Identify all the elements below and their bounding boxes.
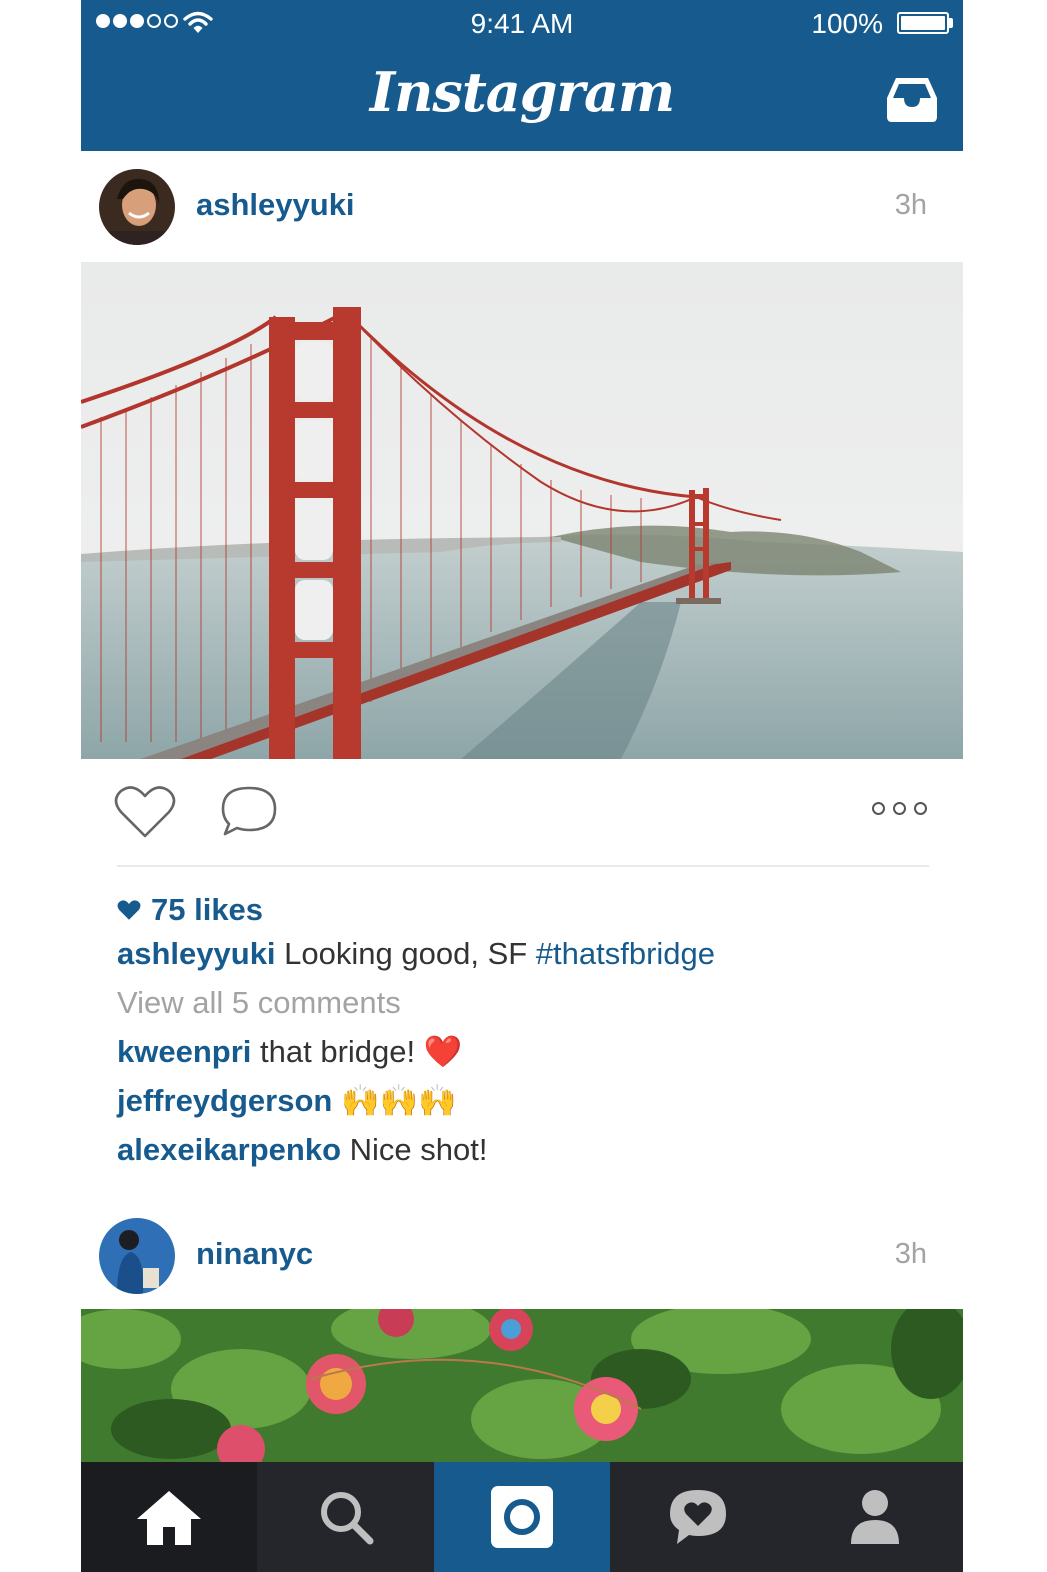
avatar[interactable] xyxy=(99,169,175,245)
search-icon xyxy=(320,1492,374,1545)
bottom-nav xyxy=(81,1462,963,1572)
post-header: ninanyc 3h xyxy=(81,1200,963,1310)
post-username[interactable]: ninanyc xyxy=(196,1236,313,1272)
like-heart-icon[interactable] xyxy=(113,784,177,840)
comment-text: Nice shot! xyxy=(349,1132,488,1167)
home-icon xyxy=(137,1491,202,1545)
app-screen: 9:41 AM 100% Instagram ashleyyuki 3h 75 … xyxy=(81,0,963,1572)
likes-count[interactable]: 75 likes xyxy=(117,885,937,934)
nav-activity[interactable] xyxy=(610,1462,787,1572)
divider xyxy=(117,865,929,867)
inbox-icon[interactable] xyxy=(885,74,939,124)
activity-icon xyxy=(670,1490,727,1544)
nav-camera[interactable] xyxy=(433,1462,611,1572)
camera-icon xyxy=(490,1486,553,1548)
more-options-icon[interactable] xyxy=(872,802,927,815)
post-photo[interactable] xyxy=(81,262,963,759)
comment: alexeikarpenko Nice shot! xyxy=(117,1130,937,1179)
post-username[interactable]: ashleyyuki xyxy=(196,187,355,223)
post-actions xyxy=(81,760,963,865)
top-bar: 9:41 AM 100% Instagram xyxy=(81,0,963,151)
battery-icon xyxy=(897,12,949,34)
comment-text: that bridge! xyxy=(260,1034,424,1069)
nav-home[interactable] xyxy=(81,1462,258,1572)
post-time: 3h xyxy=(894,189,927,221)
likes-text: 75 likes xyxy=(151,891,264,927)
comment: kweenpri that bridge! ❤️ xyxy=(117,1032,937,1081)
comment-emoji: ❤️ xyxy=(423,1034,463,1069)
caption: ashleyyuki Looking good, SF #thatsfbridg… xyxy=(117,934,937,983)
comment-username[interactable]: jeffreydgerson xyxy=(117,1083,332,1118)
battery-percentage: 100% xyxy=(811,8,883,39)
post-photo[interactable] xyxy=(81,1309,963,1462)
avatar[interactable] xyxy=(99,1218,175,1294)
post-time: 3h xyxy=(894,1238,927,1270)
comment: jeffreydgerson 🙌🙌🙌 xyxy=(117,1081,937,1130)
post-details: 75 likes ashleyyuki Looking good, SF #th… xyxy=(117,885,937,1179)
profile-icon xyxy=(850,1490,899,1544)
comment-bubble-icon[interactable] xyxy=(219,784,279,840)
app-logo: Instagram xyxy=(369,60,675,124)
comment-username[interactable]: alexeikarpenko xyxy=(117,1132,341,1167)
comment-username[interactable]: kweenpri xyxy=(117,1034,251,1069)
nav-search[interactable] xyxy=(257,1462,434,1572)
view-all-comments-link[interactable]: View all 5 comments xyxy=(117,983,937,1032)
comment-emoji: 🙌🙌🙌 xyxy=(340,1083,457,1118)
post-header: ashleyyuki 3h xyxy=(81,151,963,261)
caption-text: Looking good, SF xyxy=(284,936,536,971)
likes-heart-icon xyxy=(117,899,141,920)
nav-profile[interactable] xyxy=(786,1462,963,1572)
caption-username[interactable]: ashleyyuki xyxy=(117,936,276,971)
caption-hashtag[interactable]: #thatsfbridge xyxy=(536,936,715,971)
